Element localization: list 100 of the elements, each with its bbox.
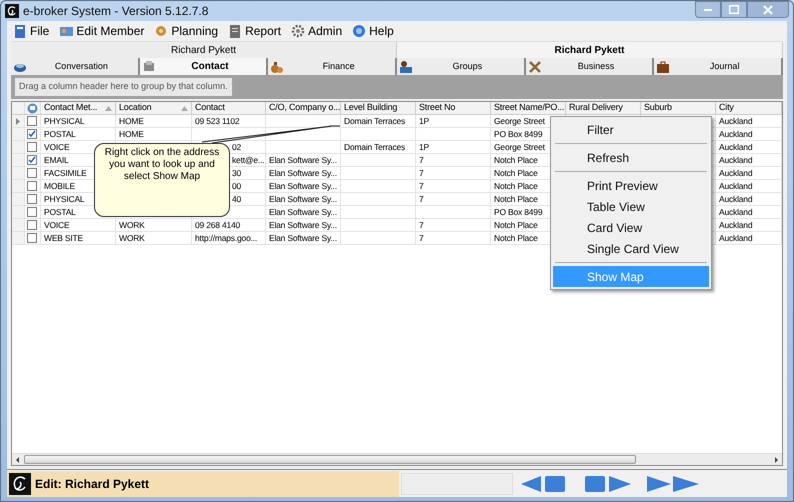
column-header[interactable]: City: [716, 102, 782, 114]
context-menu-item[interactable]: Print Preview: [553, 175, 709, 196]
app-logo-icon: [9, 472, 31, 494]
column-header[interactable]: Location: [116, 102, 192, 114]
table-cell: PO Box 8499: [494, 206, 542, 218]
checkbox[interactable]: [27, 168, 38, 178]
checkbox[interactable]: [27, 129, 38, 139]
table-cell: Notch Place: [494, 167, 538, 179]
menu-item[interactable]: File: [9, 22, 54, 40]
tab[interactable]: Contact: [140, 58, 268, 75]
table-cell: FACSIMILE: [44, 167, 87, 179]
coin-icon: [154, 24, 168, 38]
table-cell: Notch Place: [494, 154, 538, 166]
minimize-icon: [704, 8, 712, 10]
context-menu-item[interactable]: Refresh: [553, 147, 709, 168]
table-cell: Elan Software Sy...: [269, 206, 337, 218]
scrollbar-thumb[interactable]: [24, 455, 636, 464]
table-cell: Notch Place: [494, 193, 538, 205]
table-cell: 1P: [419, 141, 429, 153]
menu-item[interactable]: Edit Member: [55, 22, 148, 40]
maximize-button[interactable]: [721, 1, 747, 18]
checkbox[interactable]: [27, 194, 38, 204]
tab[interactable]: Conversation: [11, 58, 140, 75]
tab[interactable]: Finance: [268, 58, 398, 75]
checkbox[interactable]: [27, 220, 38, 230]
table-cell: PHYSICAL: [44, 193, 84, 205]
sort-icon: [105, 106, 112, 110]
group-by-hint: Drag a column header here to group by that column.: [15, 78, 232, 96]
table-cell: Auckland: [719, 167, 752, 179]
table-cell: Auckland: [719, 115, 752, 127]
member-header: Richard Pykett: [11, 42, 397, 58]
menu-item[interactable]: Planning: [150, 22, 222, 40]
tab[interactable]: Journal: [654, 58, 784, 75]
money-bag-icon: [270, 60, 284, 74]
last-record-button[interactable]: [645, 474, 699, 494]
checkbox[interactable]: [27, 233, 38, 243]
checkbox[interactable]: [27, 155, 38, 165]
minimize-button[interactable]: [695, 1, 721, 18]
table-cell: WEB SITE: [44, 232, 84, 244]
table-cell: Notch Place: [494, 180, 538, 192]
checkbox[interactable]: [27, 207, 38, 217]
column-header[interactable]: Level Building: [341, 102, 416, 114]
table-cell: Elan Software Sy...: [269, 154, 337, 166]
table-cell: 09 523 1102: [195, 115, 240, 127]
table-cell: Auckland: [719, 128, 752, 140]
column-header[interactable]: Rural Delivery: [566, 102, 641, 114]
table-cell: VOICE: [44, 141, 70, 153]
table-cell: George Street: [494, 115, 545, 127]
table-cell: PO Box 8499: [494, 128, 542, 140]
column-header[interactable]: Contact Met...: [41, 102, 116, 114]
table-cell: HOME: [119, 128, 144, 140]
callout: Right click on the address you want to look up and select Show Map: [94, 143, 230, 217]
report-icon: [228, 24, 242, 38]
member-header: Richard Pykett: [397, 42, 783, 58]
app-logo-icon: [5, 4, 19, 18]
table-cell: POSTAL: [44, 128, 76, 140]
id-card-icon: [59, 24, 74, 38]
close-button[interactable]: [747, 1, 789, 18]
tab[interactable]: Groups: [397, 58, 526, 75]
previous-record-button[interactable]: [583, 474, 631, 494]
context-menu-item[interactable]: Table View: [553, 196, 709, 217]
table-cell: MOBILE: [44, 180, 75, 192]
table-cell: POSTAL: [44, 206, 76, 218]
table-cell: 7: [419, 219, 424, 231]
people-icon: [399, 60, 414, 74]
table-cell: WORK: [119, 232, 145, 244]
table-cell: http://maps.goo...: [195, 232, 258, 244]
sort-icon: [181, 106, 188, 110]
table-cell: George Street: [494, 141, 545, 153]
menu-item[interactable]: Help: [348, 22, 398, 40]
tab[interactable]: Business: [526, 58, 654, 75]
table-cell: 7: [419, 232, 424, 244]
table-cell: Auckland: [719, 154, 752, 166]
column-header[interactable]: C/O, Company o...: [266, 102, 341, 114]
briefcase-icon: [656, 60, 670, 74]
column-header[interactable]: Contact: [192, 102, 266, 114]
current-row-icon: [16, 118, 20, 124]
menu-item[interactable]: Admin: [287, 22, 346, 40]
table-cell: Notch Place: [494, 219, 538, 231]
row-header[interactable]: [12, 115, 25, 127]
column-header[interactable]: Street No: [416, 102, 491, 114]
column-header[interactable]: Suburb: [641, 102, 716, 114]
column-header[interactable]: Street Name/PO...: [491, 102, 566, 114]
context-menu-item[interactable]: Single Card View: [553, 238, 709, 259]
table-cell: 7: [419, 167, 424, 179]
menu-item[interactable]: Report: [224, 22, 286, 40]
checkbox[interactable]: [27, 181, 38, 191]
table-cell: 1P: [419, 115, 429, 127]
checkbox[interactable]: [27, 116, 38, 126]
table-cell: EMAIL: [44, 154, 69, 166]
context-menu-item[interactable]: Filter: [553, 119, 709, 140]
maximize-icon: [729, 5, 739, 14]
table-cell: 7: [419, 180, 424, 192]
tools-icon: [528, 60, 542, 74]
window-title: e-broker System - Version 5.12.7.8: [23, 3, 208, 20]
checkbox[interactable]: [27, 142, 38, 152]
context-menu-item[interactable]: Card View: [553, 217, 709, 238]
table-cell: 02: [232, 141, 242, 153]
document-icon: [13, 24, 27, 38]
rolodex-icon: [142, 60, 156, 74]
